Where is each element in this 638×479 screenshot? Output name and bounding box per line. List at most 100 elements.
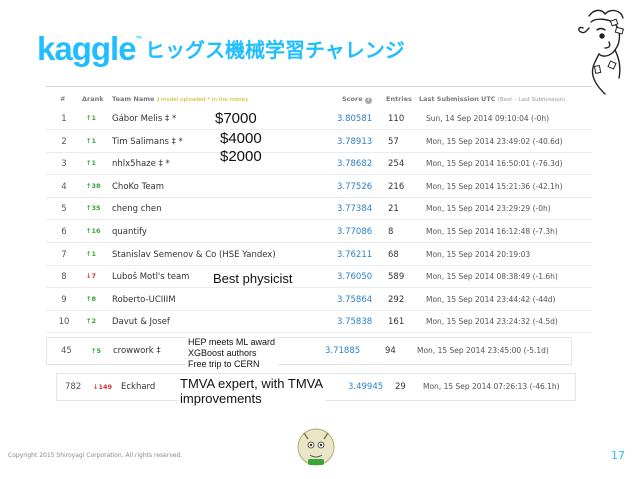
- row-score: 3.80581: [337, 114, 373, 124]
- annotation-crowwork: HEP meets ML award XGBoost authors Free …: [186, 336, 278, 371]
- row-delta: ↑38: [86, 181, 101, 190]
- trademark-mark: ™: [135, 36, 143, 43]
- row-last-submission: Mon, 15 Sep 2014 20:19:03: [426, 249, 531, 259]
- row-entries: 216: [388, 181, 405, 192]
- row-rank: 9: [61, 294, 67, 305]
- row-rank: 782: [65, 382, 82, 392]
- row-entries: 292: [388, 294, 405, 305]
- row-last-submission: Mon, 15 Sep 2014 16:50:01 (-76.3d): [426, 159, 563, 169]
- leaderboard-row[interactable]: 1 ↑1 Gábor Melis ‡ * 3.80581 110 Sun, 14 Sep …: [46, 109, 592, 130]
- row-delta: ↓149: [93, 383, 113, 391]
- row-last-submission: Mon, 15 Sep 2014 23:29:29 (-0h): [426, 204, 551, 214]
- row-delta: ↑16: [86, 227, 101, 235]
- row-entries: 57: [388, 136, 399, 147]
- row-score: 3.75838: [337, 317, 373, 328]
- row-entries: 68: [388, 249, 399, 260]
- row-last-submission: Mon, 15 Sep 2014 08:38:49 (-1.6h): [426, 272, 558, 282]
- row-team[interactable]: nhlx5haze ‡ *: [112, 159, 170, 169]
- leaderboard-row[interactable]: 8 ↓7 Luboš Motl's team 3.76050 589 Mon, 15 Se…: [46, 267, 592, 289]
- col-header-team-label: Team Name: [112, 95, 155, 103]
- row-score: 3.76211: [337, 249, 373, 260]
- annotation-crowwork-line-1: HEP meets ML award: [188, 337, 276, 347]
- annotation-best-physicist: Best physicist: [213, 271, 293, 286]
- annotation-prize-3: $2000: [220, 148, 262, 165]
- row-team[interactable]: Tim Salimans ‡ *: [112, 137, 183, 147]
- row-last-submission: Mon, 15 Sep 2014 23:45:00 (-5.1d): [417, 346, 549, 355]
- row-rank: 5: [61, 204, 67, 215]
- row-rank: 1: [61, 114, 67, 124]
- col-header-team-note: ‡ model uploaded * in the money: [156, 97, 249, 103]
- leaderboard-row-crowwork[interactable]: 45 ↑5 crowwork ‡ 3.71885 94 Mon, 15 Sep …: [46, 337, 572, 365]
- row-score: 3.77086: [337, 227, 373, 237]
- row-team[interactable]: ChoKo Team: [112, 182, 164, 192]
- row-team[interactable]: Gábor Melis ‡ *: [112, 114, 176, 124]
- kaggle-logo-text: kaggle: [37, 30, 137, 67]
- row-delta: ↑35: [86, 204, 101, 213]
- page-number: 17: [611, 449, 625, 462]
- leaderboard-row[interactable]: 5 ↑35 cheng chen 3.77384 21 Mon, 15 Sep 2014 …: [46, 199, 592, 221]
- row-team[interactable]: Roberto-UCIIIM: [112, 295, 176, 305]
- leaderboard-row[interactable]: 7 ↑1 Stanislav Semenov & Co (HSE Yandex) 3.…: [46, 245, 592, 266]
- goat-mascot-icon: [297, 428, 335, 466]
- row-entries: 8: [388, 227, 394, 237]
- row-team[interactable]: Eckhard: [121, 382, 155, 392]
- leaderboard-table: # Δrank Team Name ‡ model uploaded * in …: [46, 86, 592, 338]
- row-rank: 6: [61, 227, 67, 237]
- col-header-score[interactable]: Score ?: [342, 95, 372, 104]
- row-team[interactable]: Stanislav Semenov & Co (HSE Yandex): [112, 250, 276, 260]
- col-header-rank[interactable]: #: [60, 95, 65, 103]
- row-entries: 29: [395, 382, 406, 392]
- row-rank: 45: [61, 346, 72, 356]
- row-delta: ↑1: [86, 159, 96, 168]
- row-team[interactable]: Luboš Motl's team: [112, 272, 189, 282]
- leaderboard-row[interactable]: 3 ↑1 nhlx5haze ‡ * 3.78682 254 Mon, 15 Sep 20…: [46, 154, 592, 176]
- row-entries: 161: [388, 317, 405, 328]
- row-score: 3.78682: [337, 159, 373, 170]
- row-delta: ↑1: [86, 114, 96, 122]
- row-last-submission: Mon, 15 Sep 2014 23:24:32 (-4.5d): [426, 317, 558, 327]
- annotation-prize-1: $7000: [215, 110, 257, 127]
- col-header-entries[interactable]: Entries: [386, 95, 412, 103]
- row-team[interactable]: crowwork ‡: [113, 346, 161, 356]
- row-delta: ↑5: [91, 347, 101, 355]
- col-header-team[interactable]: Team Name ‡ model uploaded * in the mone…: [112, 95, 248, 103]
- row-score: 3.75864: [337, 294, 373, 305]
- row-last-submission: Mon, 15 Sep 2014 07:26:13 (-46.1h): [423, 382, 560, 391]
- row-rank: 4: [61, 181, 67, 192]
- leaderboard-row[interactable]: 9 ↑8 Roberto-UCIIIM 3.75864 292 Mon, 15 Sep 2…: [46, 290, 592, 311]
- row-rank: 10: [58, 317, 70, 328]
- goat-illustration-icon: [578, 9, 624, 95]
- row-score: 3.77384: [337, 204, 373, 215]
- col-header-last-label: Last Submission UTC: [419, 95, 496, 103]
- leaderboard-row[interactable]: 2 ↑1 Tim Salimans ‡ * 3.78913 57 Mon, 15 Sep …: [46, 132, 592, 153]
- row-score: 3.78913: [337, 136, 373, 147]
- row-delta: ↑1: [86, 136, 96, 145]
- annotation-eckhard-line-1: TMVA expert, with TMVA: [180, 376, 324, 391]
- row-entries: 589: [388, 272, 405, 283]
- row-delta: ↓7: [86, 272, 96, 281]
- row-score: 3.49945: [348, 382, 384, 392]
- row-last-submission: Mon, 15 Sep 2014 23:44:42 (-44d): [426, 294, 556, 304]
- annotation-crowwork-line-2: XGBoost authors: [188, 348, 257, 358]
- footer-copyright: Copyright 2015 Shiroyagi Corporation. Al…: [8, 452, 183, 459]
- col-header-last[interactable]: Last Submission UTC (Best – Last Submiss…: [419, 95, 565, 103]
- leaderboard-row[interactable]: 10 ↑2 Davut & Josef 3.75838 161 Mon, 15 Sep 2…: [46, 312, 592, 334]
- row-last-submission: Sun, 14 Sep 2014 09:10:04 (-0h): [426, 114, 550, 123]
- row-rank: 7: [61, 249, 67, 260]
- row-rank: 8: [61, 272, 67, 283]
- leaderboard-row[interactable]: 4 ↑38 ChoKo Team 3.77526 216 Mon, 15 Sep 2014…: [46, 177, 592, 198]
- annotation-eckhard-line-2: improvements: [180, 391, 262, 406]
- row-entries: 254: [388, 159, 405, 170]
- row-team[interactable]: quantify: [112, 227, 147, 237]
- row-score: 3.77526: [337, 181, 373, 192]
- row-entries: 110: [388, 114, 405, 124]
- row-score: 3.71885: [325, 346, 361, 356]
- leaderboard-row[interactable]: 6 ↑16 quantify 3.77086 8 Mon, 15 Sep 2014 16:…: [46, 222, 592, 243]
- row-team[interactable]: Davut & Josef: [112, 317, 170, 327]
- row-entries: 21: [388, 204, 399, 215]
- col-header-delta[interactable]: Δrank: [82, 95, 104, 103]
- row-team[interactable]: cheng chen: [112, 204, 161, 214]
- row-score: 3.76050: [337, 272, 373, 283]
- row-rank: 2: [61, 136, 67, 147]
- help-icon[interactable]: ?: [364, 97, 372, 104]
